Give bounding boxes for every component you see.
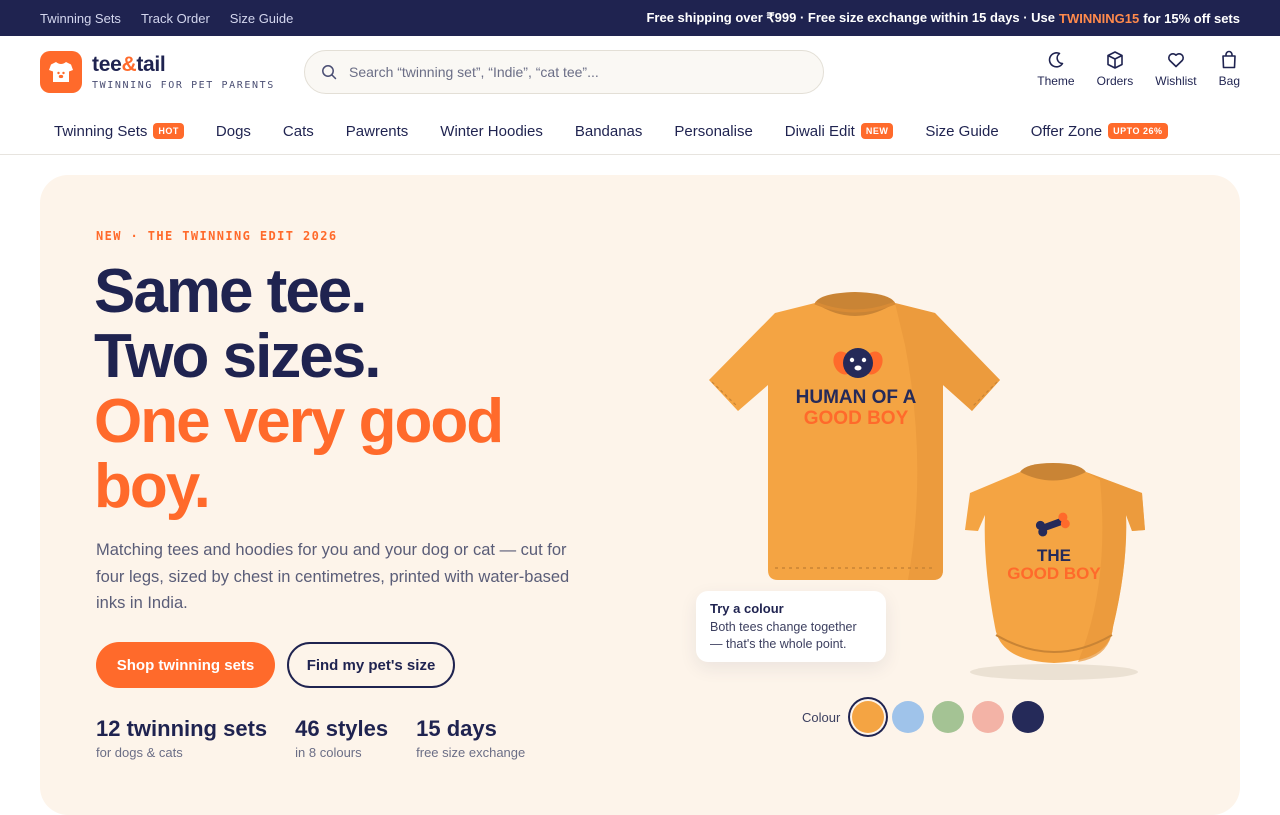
theme-label: Theme — [1037, 74, 1075, 88]
heart-icon — [1168, 52, 1184, 68]
bag-label: Bag — [1218, 74, 1240, 88]
shop-twinning-sets-button[interactable]: Shop twinning sets — [96, 642, 275, 688]
link-size-guide[interactable]: Size Guide — [230, 11, 294, 26]
swatch-navy[interactable] — [1012, 701, 1045, 733]
stat-exchange: 15 days free size exchange — [416, 716, 526, 760]
nav-item-diwali-edit[interactable]: Diwali Edit NEW — [785, 123, 894, 140]
hero-section: NEW · THE TWINNING EDIT 2026 Same tee. T… — [40, 175, 1240, 815]
hero-subtext: Matching tees and hoodies for you and yo… — [96, 541, 570, 612]
nav-item-winter-hoodies[interactable]: Winter Hoodies — [440, 123, 543, 140]
link-track-order[interactable]: Track Order — [141, 11, 210, 26]
orders-label: Orders — [1096, 74, 1134, 88]
nav-item-personalise[interactable]: Personalise — [674, 123, 752, 140]
headline-line-3: One very good boy. — [94, 387, 504, 521]
link-twinning-sets[interactable]: Twinning Sets — [40, 11, 121, 26]
headline-line-1: Same tee. — [94, 257, 368, 326]
promo-message: Free shipping over ₹999 · Free size exch… — [646, 0, 1240, 36]
swatch-peach[interactable] — [972, 701, 1005, 733]
brand-name: tee&tail — [92, 52, 166, 76]
theme-button[interactable]: Theme — [1037, 50, 1075, 88]
search-input[interactable] — [349, 64, 799, 80]
stat-twinning-sets: 12 twinning sets for dogs & cats — [96, 716, 268, 760]
swatch-light-blue[interactable] — [892, 701, 925, 733]
tshirt-logo-icon — [40, 51, 82, 93]
tooltip-title: Try a colour — [710, 601, 784, 616]
brand-logo[interactable]: tee&tail TWINNING FOR PET PARENTS — [40, 51, 275, 93]
pet-tee-print-line-1: THE — [1037, 546, 1071, 565]
hot-badge: HOT — [153, 123, 184, 139]
hero-headline: Same tee. Two sizes. One very good boy. — [94, 259, 614, 519]
announcement-bar: Twinning Sets Track Order Size Guide Fre… — [0, 0, 1280, 36]
stat-styles: 46 styles in 8 colours — [295, 716, 389, 760]
offer-badge: UPTO 26% — [1108, 123, 1168, 139]
promo-text: Free shipping over ₹999 · Free size exch… — [646, 10, 1056, 25]
brand-tagline: TWINNING FOR PET PARENTS — [92, 79, 275, 91]
new-badge: NEW — [860, 123, 894, 139]
bag-button[interactable]: Bag — [1219, 50, 1240, 88]
human-tee-print-line-1: HUMAN OF A — [796, 387, 917, 408]
nav-item-pawrents[interactable]: Pawrents — [346, 123, 409, 140]
human-tee-print-line-2: GOOD BOY — [804, 408, 909, 429]
swatch-sage-green[interactable] — [932, 701, 965, 733]
promo-code: TWINNING15 — [1059, 10, 1140, 26]
swatch-orange[interactable] — [852, 701, 885, 733]
search-icon — [322, 65, 337, 80]
nav-item-size-guide[interactable]: Size Guide — [925, 123, 998, 140]
colour-label: Colour — [802, 709, 841, 725]
bag-icon — [1222, 50, 1237, 69]
wishlist-label: Wishlist — [1155, 74, 1197, 88]
box-icon — [1107, 51, 1123, 69]
tooltip-body: Both tees change together — that's the w… — [710, 620, 857, 651]
hero-eyebrow: NEW · THE TWINNING EDIT 2026 — [96, 229, 338, 243]
header-actions: Theme Orders Wishlist Bag — [1037, 50, 1240, 88]
nav-item-offer-zone[interactable]: Offer Zone UPTO 26% — [1031, 123, 1168, 140]
headline-line-2: Two sizes. — [94, 322, 382, 391]
nav-item-cats[interactable]: Cats — [283, 123, 314, 140]
nav-item-bandanas[interactable]: Bandanas — [575, 123, 643, 140]
moon-icon — [1048, 52, 1064, 68]
promo-text-end: for 15% off sets — [1143, 10, 1240, 26]
nav-item-twinning-sets[interactable]: Twinning Sets HOT — [54, 123, 184, 140]
human-tee: HUMAN OF A GOOD BOY — [709, 292, 1000, 580]
wishlist-button[interactable]: Wishlist — [1155, 50, 1197, 88]
utility-links: Twinning Sets Track Order Size Guide — [40, 0, 293, 36]
pet-tee: THE GOOD BOY — [965, 463, 1145, 663]
find-pet-size-button[interactable]: Find my pet's size — [287, 642, 455, 688]
site-header: tee&tail TWINNING FOR PET PARENTS Theme … — [0, 36, 1280, 108]
colour-picker: Colour — [802, 701, 1045, 733]
main-nav: Twinning Sets HOT Dogs Cats Pawrents Wint… — [0, 108, 1280, 155]
orders-button[interactable]: Orders — [1096, 50, 1134, 88]
search-bar[interactable] — [304, 50, 824, 94]
pet-tee-print-line-2: GOOD BOY — [1007, 564, 1101, 583]
nav-item-dogs[interactable]: Dogs — [216, 123, 251, 140]
hero-stats: 12 twinning sets for dogs & cats 46 styl… — [96, 716, 525, 760]
try-colour-tooltip: Try a colour Both tees change together —… — [696, 591, 886, 662]
